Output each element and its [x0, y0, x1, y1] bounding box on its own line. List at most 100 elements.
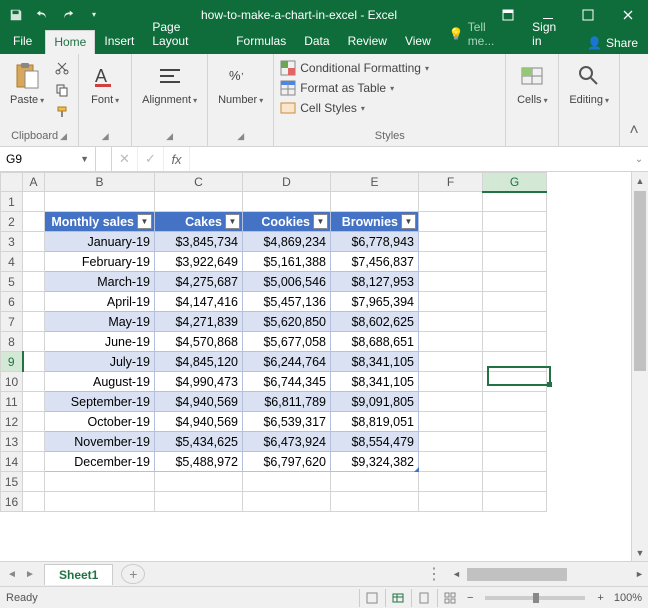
editing-button[interactable]: Editing▾ — [565, 56, 613, 110]
hscroll-thumb[interactable] — [467, 568, 567, 581]
sheet-tab[interactable]: Sheet1 — [44, 564, 113, 585]
cell[interactable] — [23, 372, 45, 392]
cell[interactable]: Monthly sales▼ — [45, 212, 155, 232]
cell[interactable]: $8,554,479 — [331, 432, 419, 452]
cell[interactable]: July-19 — [45, 352, 155, 372]
number-launcher-icon[interactable]: ◢ — [237, 131, 244, 142]
cell[interactable] — [45, 192, 155, 212]
scroll-down-icon[interactable]: ▼ — [632, 544, 648, 561]
cell[interactable] — [155, 472, 243, 492]
cell[interactable] — [243, 472, 331, 492]
row-header[interactable]: 6 — [1, 292, 23, 312]
cell[interactable]: $6,744,345 — [243, 372, 331, 392]
cell[interactable]: $4,845,120 — [155, 352, 243, 372]
cell[interactable] — [483, 252, 547, 272]
close-button[interactable] — [608, 0, 648, 29]
scroll-up-icon[interactable]: ▲ — [632, 172, 648, 189]
cell[interactable] — [23, 212, 45, 232]
cell[interactable] — [331, 492, 419, 512]
select-all-corner[interactable] — [1, 173, 23, 192]
cell[interactable] — [419, 212, 483, 232]
cell[interactable]: $6,473,924 — [243, 432, 331, 452]
page-break-view-icon[interactable] — [437, 589, 463, 607]
cell[interactable] — [483, 432, 547, 452]
format-as-table-button[interactable]: Format as Table▾ — [280, 78, 394, 98]
cell[interactable] — [483, 212, 547, 232]
cell[interactable] — [419, 312, 483, 332]
cell[interactable]: $8,341,105 — [331, 372, 419, 392]
cell[interactable]: $8,341,105 — [331, 352, 419, 372]
cell[interactable]: February-19 — [45, 252, 155, 272]
cell[interactable] — [419, 292, 483, 312]
cell[interactable] — [419, 372, 483, 392]
cell[interactable] — [23, 232, 45, 252]
cell[interactable]: October-19 — [45, 412, 155, 432]
redo-icon[interactable] — [56, 3, 80, 27]
cell[interactable] — [419, 412, 483, 432]
undo-icon[interactable] — [30, 3, 54, 27]
cell[interactable] — [155, 192, 243, 212]
vscroll-thumb[interactable] — [634, 191, 646, 371]
save-icon[interactable] — [4, 3, 28, 27]
cut-icon[interactable] — [52, 58, 72, 78]
column-header[interactable]: G — [483, 173, 547, 192]
cell[interactable] — [483, 392, 547, 412]
cell[interactable] — [419, 192, 483, 212]
column-header[interactable]: A — [23, 173, 45, 192]
cell[interactable] — [23, 292, 45, 312]
cell[interactable]: April-19 — [45, 292, 155, 312]
cell[interactable]: $9,091,805 — [331, 392, 419, 412]
prev-sheet-icon[interactable]: ◄ — [4, 566, 20, 582]
row-header[interactable]: 8 — [1, 332, 23, 352]
filter-icon[interactable]: ▼ — [225, 214, 240, 229]
format-painter-icon[interactable] — [52, 102, 72, 122]
paste-button[interactable]: Paste▾ — [6, 56, 48, 110]
cell-styles-button[interactable]: Cell Styles▾ — [280, 98, 365, 118]
cell[interactable] — [23, 352, 45, 372]
row-header[interactable]: 11 — [1, 392, 23, 412]
tab-scroll-grip-icon[interactable]: ⋮ — [420, 564, 448, 584]
new-sheet-icon[interactable]: + — [121, 564, 145, 584]
insert-function-icon[interactable]: fx — [164, 147, 190, 171]
scroll-left-icon[interactable]: ◄ — [448, 569, 465, 579]
filter-icon[interactable]: ▼ — [313, 214, 328, 229]
scroll-right-icon[interactable]: ► — [631, 569, 648, 579]
cell[interactable] — [23, 432, 45, 452]
column-header[interactable]: E — [331, 173, 419, 192]
column-header[interactable]: D — [243, 173, 331, 192]
cell[interactable]: Brownies▼ — [331, 212, 419, 232]
cell[interactable] — [483, 352, 547, 372]
cell[interactable]: $6,811,789 — [243, 392, 331, 412]
cell[interactable] — [23, 312, 45, 332]
cell[interactable] — [483, 272, 547, 292]
row-header[interactable]: 9 — [1, 352, 23, 372]
cell[interactable] — [419, 252, 483, 272]
cell[interactable] — [23, 192, 45, 212]
cell[interactable] — [483, 232, 547, 252]
cell[interactable] — [23, 452, 45, 472]
cell[interactable]: $4,869,234 — [243, 232, 331, 252]
cell[interactable]: $3,845,734 — [155, 232, 243, 252]
cell[interactable] — [419, 272, 483, 292]
cell[interactable]: May-19 — [45, 312, 155, 332]
zoom-in-icon[interactable]: + — [593, 592, 607, 604]
tab-home[interactable]: Home — [45, 30, 95, 54]
cell[interactable]: $8,602,625 — [331, 312, 419, 332]
cell[interactable] — [483, 472, 547, 492]
cell[interactable] — [483, 292, 547, 312]
cell[interactable]: $8,819,051 — [331, 412, 419, 432]
collapse-ribbon-icon[interactable]: ˄ — [620, 54, 648, 146]
cell[interactable]: $4,940,569 — [155, 392, 243, 412]
cell[interactable] — [483, 452, 547, 472]
cell[interactable] — [45, 472, 155, 492]
cell[interactable]: August-19 — [45, 372, 155, 392]
qat-customize-icon[interactable]: ▾ — [82, 3, 106, 27]
cell[interactable]: $4,570,868 — [155, 332, 243, 352]
horizontal-scrollbar[interactable]: ◄ ► — [448, 566, 648, 583]
cell[interactable] — [23, 472, 45, 492]
name-box[interactable]: G9 ▼ — [0, 147, 96, 171]
conditional-formatting-button[interactable]: Conditional Formatting▾ — [280, 58, 429, 78]
cell[interactable]: $6,778,943 — [331, 232, 419, 252]
share-button[interactable]: 👤Share — [577, 32, 648, 54]
cell[interactable] — [483, 312, 547, 332]
